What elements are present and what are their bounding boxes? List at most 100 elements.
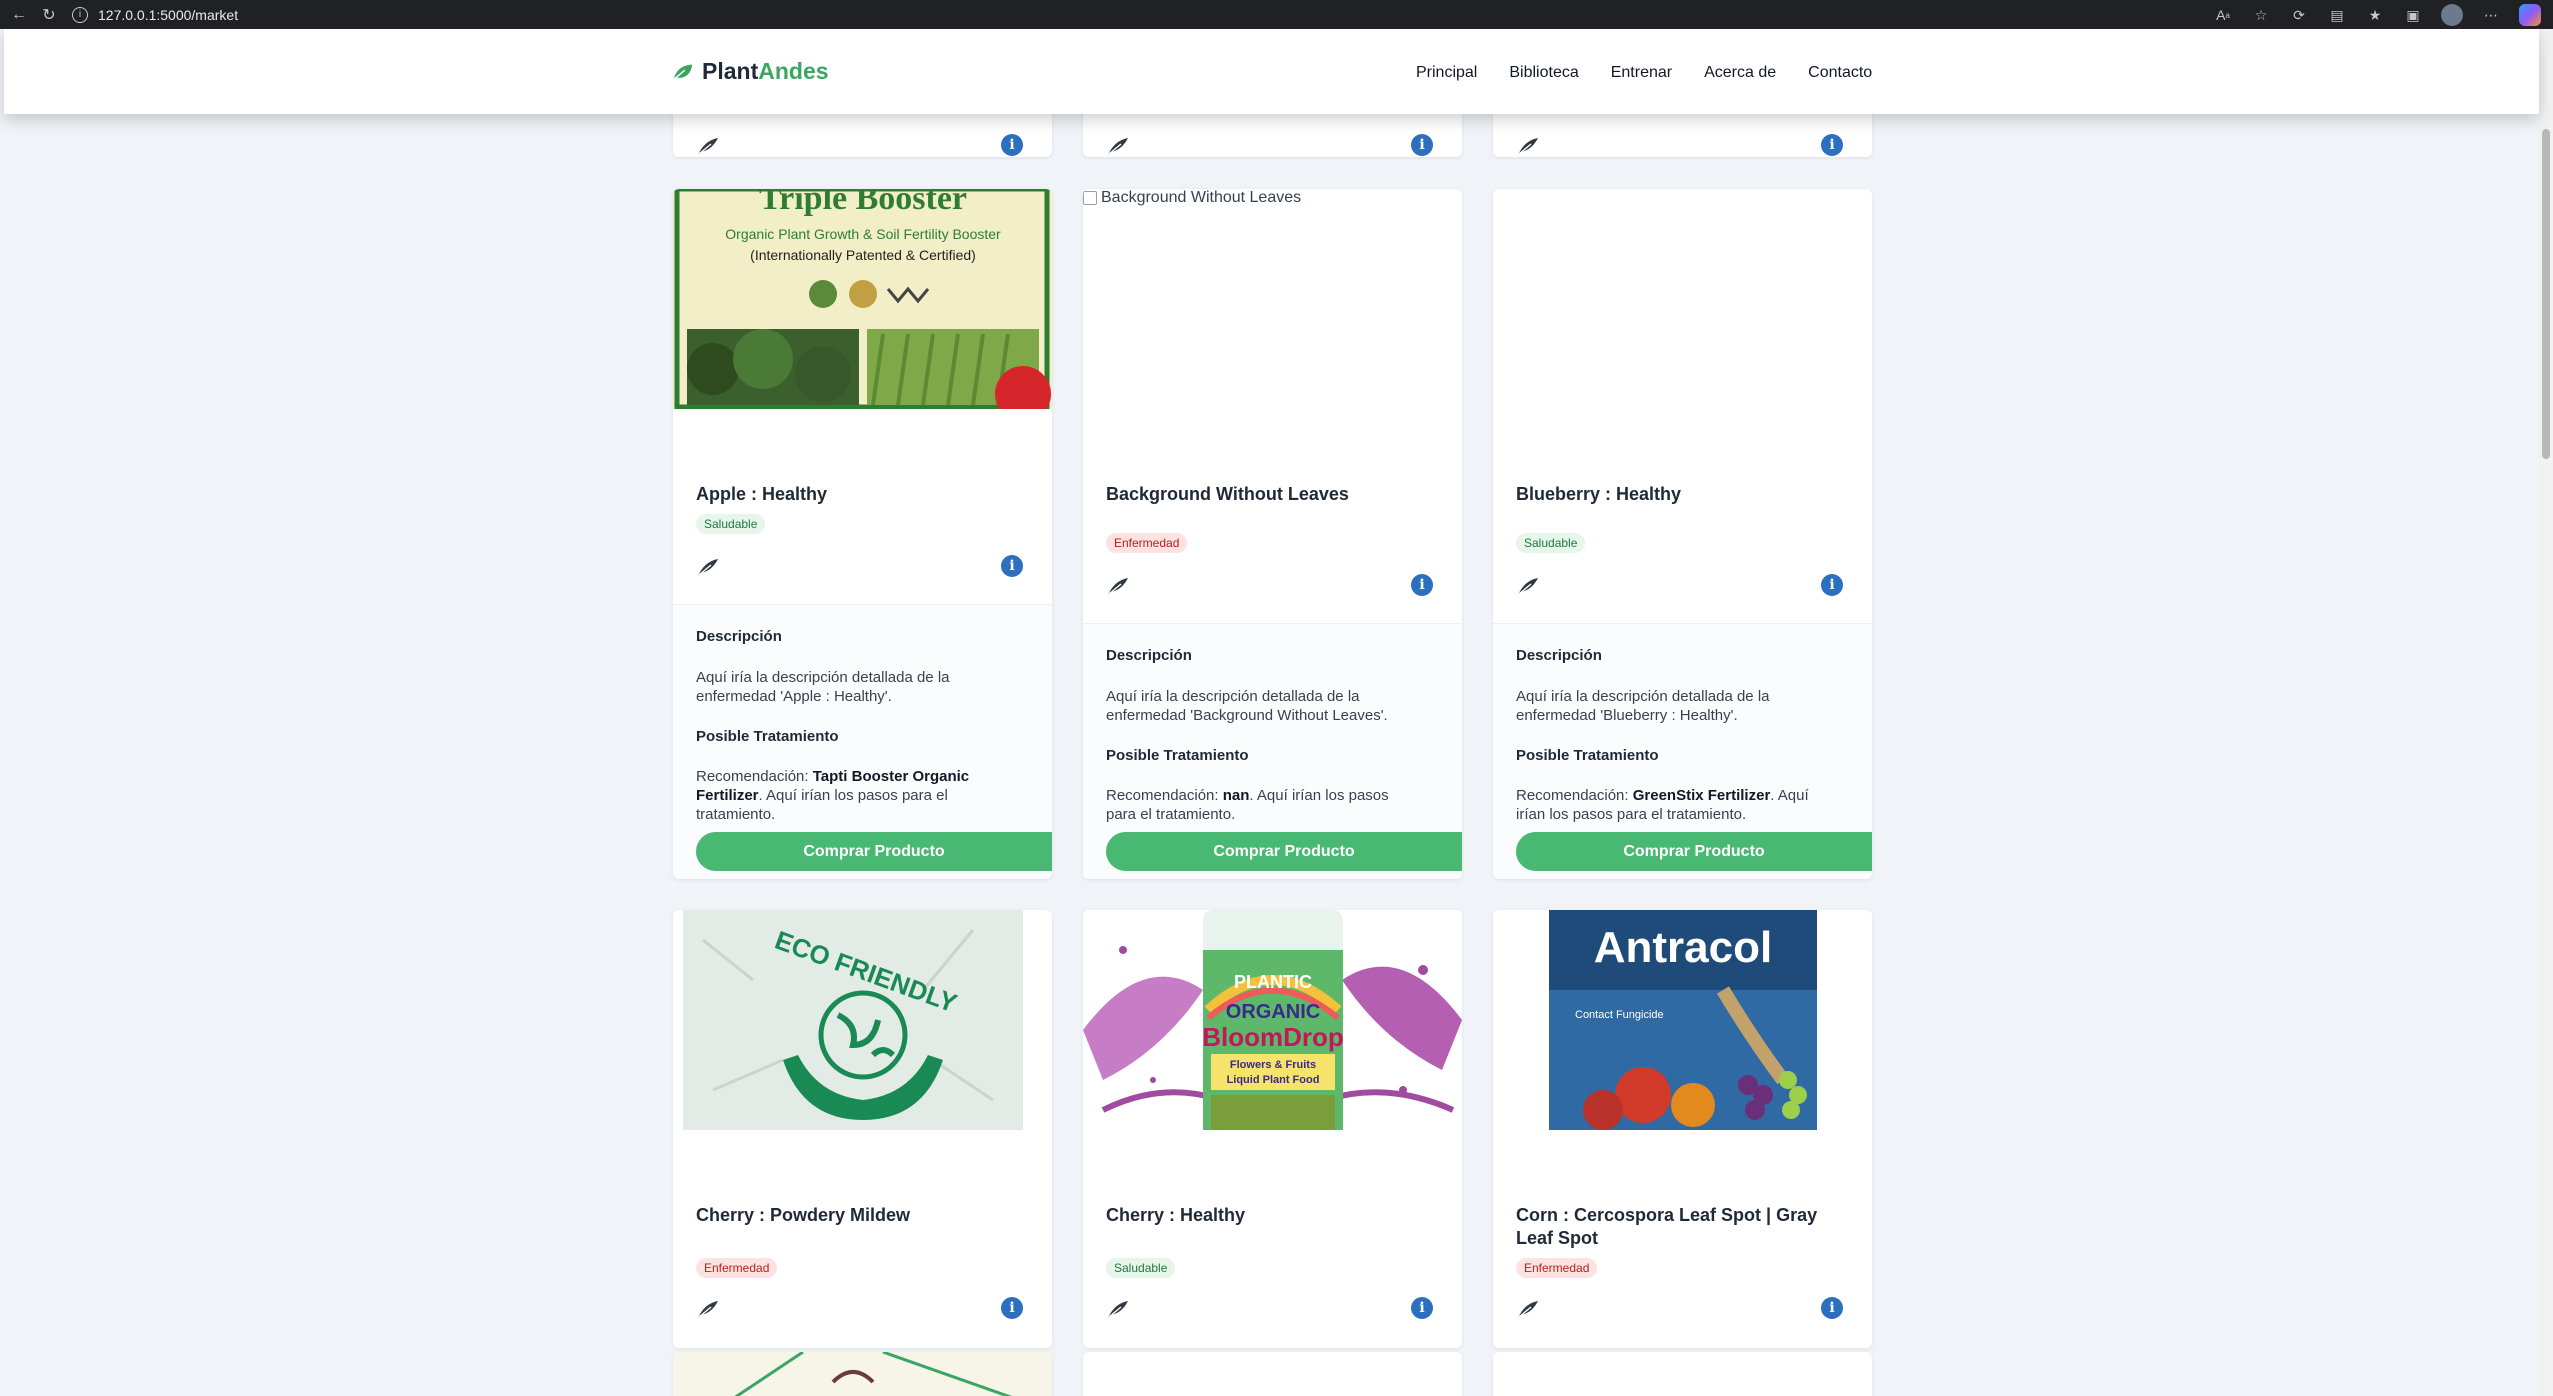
description-text: Aquí iría la descripción detallada de la…: [1106, 688, 1388, 724]
status-badge: Saludable: [696, 514, 766, 534]
product-image: [1493, 189, 1872, 409]
card-title-line-2: Leaf Spot: [1516, 1228, 1599, 1248]
card-detail-panel: Descripción Aquí iría la descripción det…: [1493, 623, 1872, 879]
brand-text: PLANTIC: [1234, 972, 1312, 992]
product-image: [673, 1352, 1052, 1396]
info-icon[interactable]: i: [1411, 1297, 1433, 1319]
card-title-line-1: Corn : Cercospora Leaf Spot | Gray: [1516, 1205, 1818, 1225]
favorites-icon[interactable]: ★: [2365, 5, 2385, 25]
feather-icon[interactable]: [696, 557, 720, 577]
package-title-text: Triple Booster: [759, 189, 967, 217]
status-badge: Saludable: [1516, 533, 1586, 553]
treatment-heading: Posible Tratamiento: [1516, 747, 1659, 764]
treatment-text: Recomendación: nan. Aquí irían los pasos…: [1106, 786, 1406, 824]
feather-icon[interactable]: [1516, 1299, 1540, 1319]
main-nav: Principal Biblioteca Entrenar Acerca de …: [1416, 64, 1872, 82]
info-icon[interactable]: i: [1411, 574, 1433, 596]
address-bar[interactable]: i 127.0.0.1:5000/market: [72, 4, 2252, 26]
buy-product-button[interactable]: Comprar Producto: [1516, 832, 1872, 871]
logo-plant-text: Plant: [702, 58, 759, 84]
split-screen-icon[interactable]: ▤: [2327, 5, 2347, 25]
nav-entrenar[interactable]: Entrenar: [1611, 64, 1672, 82]
logo-andes-text: Andes: [758, 58, 829, 84]
card-title: Cherry : Powdery Mildew: [696, 1205, 911, 1225]
description-heading: Descripción: [696, 628, 782, 645]
recommendation-prefix: Recomendación:: [696, 768, 813, 785]
bloomdrop-text: BloomDrop: [1202, 1022, 1344, 1052]
nav-acerca-de[interactable]: Acerca de: [1704, 64, 1776, 82]
nav-contacto[interactable]: Contacto: [1808, 64, 1872, 82]
nav-biblioteca[interactable]: Biblioteca: [1509, 64, 1578, 82]
info-icon[interactable]: i: [1411, 134, 1433, 156]
leaf-logo-icon: [673, 64, 693, 80]
status-badge: Enfermedad: [1516, 1258, 1598, 1278]
card-title: Apple : Healthy: [696, 484, 828, 504]
feather-icon[interactable]: [696, 1299, 720, 1319]
feather-icon: [1518, 138, 1538, 155]
nav-principal[interactable]: Principal: [1416, 64, 1477, 82]
product-card-blueberry-healthy: Blueberry : Healthy Saludable i Descripc…: [1493, 189, 1872, 879]
info-icon[interactable]: i: [1821, 134, 1843, 156]
extensions-icon[interactable]: ⟳: [2289, 5, 2309, 25]
recommended-product: GreenStix Fertilizer: [1632, 787, 1771, 804]
description-heading: Descripción: [1516, 647, 1602, 664]
package-subtitle-text: Organic Plant Growth & Soil Fertility Bo…: [725, 226, 1001, 242]
triple-booster-package-image: Triple Booster Organic Plant Growth & So…: [673, 189, 1052, 409]
info-icon[interactable]: i: [1001, 555, 1023, 577]
profile-avatar[interactable]: [2441, 4, 2463, 26]
product-card-apple-healthy: Triple Booster Organic Plant Growth & So…: [673, 189, 1052, 879]
organic-text: ORGANIC: [1226, 1001, 1320, 1023]
card-title: Corn : Cercospora Leaf Spot | Gray Leaf …: [1516, 1204, 1817, 1250]
recommended-product: nan: [1222, 787, 1250, 804]
product-card-background-without-leaves: Background Without Leaves Background Wit…: [1083, 189, 1462, 879]
recommendation-prefix: Recomendación:: [1106, 787, 1223, 804]
browser-toolbar: ← ↻ i 127.0.0.1:5000/market Aa ☆ ⟳ ▤ ★ ▣…: [0, 0, 2553, 29]
antracol-text: Antracol: [1594, 923, 1772, 972]
package-certified-text: (Internationally Patented & Certified): [750, 247, 976, 263]
read-aloud-icon[interactable]: Aa: [2213, 5, 2233, 25]
broken-image: Background Without Leaves: [1083, 189, 1301, 207]
info-icon[interactable]: i: [1001, 134, 1023, 156]
site-logo[interactable]: Plant Andes: [672, 58, 829, 85]
feather-icon[interactable]: [1516, 576, 1540, 596]
card-detail-panel: Descripción Aquí iría la descripción det…: [1083, 623, 1462, 879]
feather-icon[interactable]: [1106, 1299, 1130, 1319]
contact-fungicide-text: Contact Fungicide: [1575, 1009, 1664, 1021]
info-icon[interactable]: i: [1821, 1297, 1843, 1319]
page-scrollbar[interactable]: [2539, 29, 2553, 1396]
product-card-cherry-healthy: PLANTIC ORGANIC BloomDrop Flowers & Frui…: [1083, 910, 1462, 1348]
reload-icon[interactable]: ↻: [38, 4, 60, 26]
product-image: Background Without Leaves: [1083, 189, 1462, 409]
card-title: Background Without Leaves: [1106, 484, 1349, 504]
product-image: Antracol Contact Fungicide: [1493, 910, 1872, 1130]
collections-icon[interactable]: ▣: [2403, 5, 2423, 25]
info-icon[interactable]: i: [1821, 574, 1843, 596]
description-text: Aquí iría la descripción detallada de la…: [1516, 688, 1770, 724]
antracol-package-image: Antracol Contact Fungicide: [1493, 910, 1872, 1130]
card-title: Blueberry : Healthy: [1516, 484, 1682, 504]
site-info-icon[interactable]: i: [72, 6, 88, 23]
card-detail-panel: Descripción Aquí iría la descripción det…: [673, 604, 1052, 879]
copilot-icon[interactable]: [2519, 4, 2541, 26]
site-header: Plant Andes Principal Biblioteca Entrenar…: [4, 29, 2539, 114]
buy-product-button[interactable]: Comprar Producto: [696, 832, 1052, 871]
flowers-fruits-text: Flowers & Fruits: [1230, 1059, 1316, 1071]
feather-icon: [698, 138, 718, 155]
card-title: Cherry : Healthy: [1106, 1205, 1246, 1225]
buy-product-button[interactable]: Comprar Producto: [1106, 832, 1462, 871]
more-menu-icon[interactable]: ⋯: [2481, 5, 2501, 25]
scrollbar-thumb[interactable]: [2542, 129, 2550, 459]
favorite-star-icon[interactable]: ☆: [2251, 5, 2271, 25]
status-badge: Saludable: [1106, 1258, 1176, 1278]
info-icon[interactable]: i: [1001, 1297, 1023, 1319]
bloomdrop-bottle-image: PLANTIC ORGANIC BloomDrop Flowers & Frui…: [1083, 910, 1462, 1130]
broken-image-icon: [1083, 191, 1097, 205]
description-heading: Descripción: [1106, 647, 1192, 664]
product-card-cherry-powdery-mildew: ECO FRIENDLY Cherry : Powdery Mildew Enf…: [673, 910, 1052, 1348]
page-viewport: Plant Andes Principal Biblioteca Entrenar…: [0, 29, 2553, 1396]
image-alt-text: Background Without Leaves: [1101, 189, 1302, 206]
feather-icon[interactable]: [1106, 576, 1130, 596]
product-image: PLANTIC ORGANIC BloomDrop Flowers & Frui…: [1083, 910, 1462, 1130]
treatment-text: Recomendación: GreenStix Fertilizer. Aqu…: [1516, 786, 1816, 824]
back-icon[interactable]: ←: [8, 4, 30, 26]
